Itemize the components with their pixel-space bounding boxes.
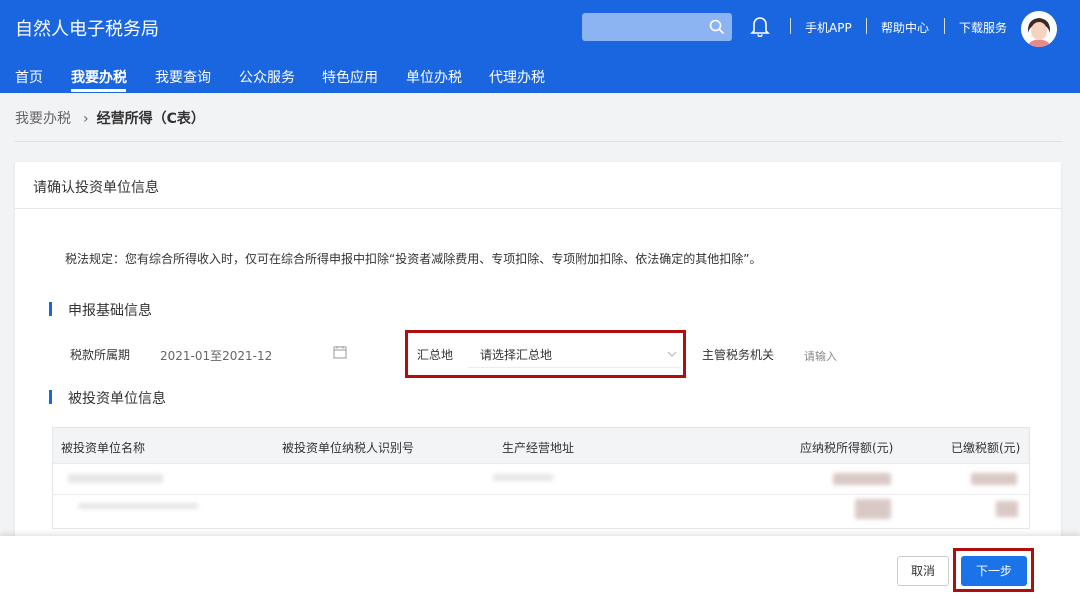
card-title: 请确认投资单位信息	[33, 180, 159, 196]
mobile-app-link[interactable]: 手机APP	[805, 19, 852, 36]
redacted-cell	[78, 503, 198, 509]
header-separator	[866, 18, 867, 34]
table-row[interactable]	[53, 494, 1029, 526]
app-title: 自然人电子税务局	[15, 19, 159, 40]
tax-law-notice: 税法规定：您有综合所得收入时，仅可在综合所得申报中扣除“投资者减除费用、专项扣除…	[65, 252, 762, 266]
search-icon[interactable]	[708, 18, 726, 36]
invest-unit-card: 请确认投资单位信息 税法规定：您有综合所得收入时，仅可在综合所得申报中扣除“投资…	[15, 162, 1061, 542]
period-label: 税款所属期	[70, 348, 131, 362]
redacted-cell	[855, 499, 891, 519]
nav-item-home[interactable]: 首页	[15, 67, 43, 87]
breadcrumb-current: 经营所得（C表）	[96, 111, 205, 127]
avatar-icon	[1021, 11, 1057, 47]
summary-location-highlight	[405, 330, 686, 378]
nav-item-agent-tax[interactable]: 代理办税	[489, 67, 545, 87]
redacted-cell	[996, 501, 1018, 517]
header-separator	[944, 18, 945, 34]
nav-active-indicator	[71, 89, 126, 92]
top-header: 自然人电子税务局 手机APP 帮助中心 下载服务 首页 我要办税 我要查询 公众…	[0, 0, 1080, 93]
nav-item-public-service[interactable]: 公众服务	[239, 67, 295, 87]
nav-item-unit-tax[interactable]: 单位办税	[406, 67, 462, 87]
breadcrumb-home-link[interactable]: 我要办税	[15, 111, 71, 127]
column-header: 生产经营地址	[502, 441, 575, 455]
table-header: 被投资单位名称 被投资单位纳税人识别号 生产经营地址 应纳税所得额(元) 已缴税…	[53, 428, 1029, 463]
breadcrumb-divider	[15, 141, 1063, 142]
section-title-basic-info: 申报基础信息	[68, 303, 152, 319]
next-step-highlight	[953, 548, 1034, 592]
column-header: 应纳税所得额(元)	[800, 441, 894, 455]
redacted-cell	[68, 474, 163, 483]
bell-icon[interactable]	[750, 15, 770, 37]
nav-item-query[interactable]: 我要查询	[155, 67, 211, 87]
redacted-cell	[971, 473, 1017, 485]
calendar-icon[interactable]	[333, 345, 347, 359]
cancel-button[interactable]: 取消	[897, 556, 949, 586]
invested-units-table: 被投资单位名称 被投资单位纳税人识别号 生产经营地址 应纳税所得额(元) 已缴税…	[52, 427, 1030, 529]
tax-authority-input[interactable]: 请输入	[804, 348, 837, 364]
column-header: 被投资单位名称	[61, 441, 146, 455]
redacted-cell	[493, 474, 553, 481]
download-service-link[interactable]: 下载服务	[959, 19, 1007, 36]
column-header: 已缴税额(元)	[951, 441, 1021, 455]
section-marker	[49, 302, 52, 316]
help-center-link[interactable]: 帮助中心	[881, 19, 929, 36]
redacted-cell	[833, 473, 891, 485]
header-separator	[790, 18, 791, 34]
section-title-invested-units: 被投资单位信息	[68, 391, 166, 407]
breadcrumb: 我要办税 › 经营所得（C表）	[15, 108, 205, 128]
chevron-right-icon: ›	[83, 111, 89, 127]
table-row[interactable]	[53, 463, 1029, 495]
column-header: 被投资单位纳税人识别号	[282, 441, 415, 455]
nav-item-tax-handling[interactable]: 我要办税	[71, 67, 127, 87]
avatar[interactable]	[1021, 11, 1057, 47]
period-value[interactable]: 2021-01至2021-12	[160, 347, 272, 364]
nav-item-featured-apps[interactable]: 特色应用	[322, 67, 378, 87]
card-divider	[15, 208, 1061, 209]
tax-authority-label: 主管税务机关	[702, 348, 775, 362]
section-marker	[49, 390, 52, 404]
search-input[interactable]	[582, 13, 732, 41]
